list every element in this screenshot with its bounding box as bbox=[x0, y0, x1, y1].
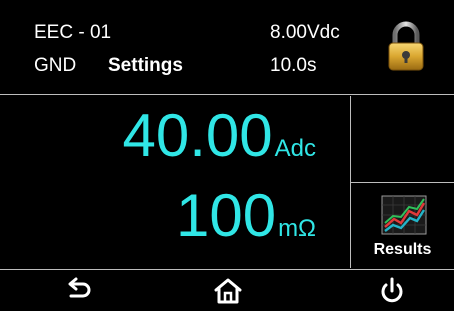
results-label: Results bbox=[373, 241, 432, 258]
current-value: 40.00 bbox=[122, 102, 273, 169]
results-button[interactable]: Results bbox=[351, 183, 454, 268]
test-name: EEC - 01 bbox=[34, 22, 112, 43]
header-divider bbox=[0, 94, 454, 95]
instrument-screen: EEC - 01 GND Settings 8.00Vdc 10.0s 40.0… bbox=[0, 0, 454, 311]
status-header: EEC - 01 GND Settings 8.00Vdc 10.0s bbox=[0, 0, 454, 92]
resistance-value: 100 bbox=[175, 182, 277, 249]
test-mode: GND bbox=[34, 55, 77, 76]
resistance-reading: 100mΩ bbox=[176, 186, 316, 246]
nav-bar bbox=[0, 270, 454, 311]
back-button[interactable] bbox=[62, 276, 96, 306]
padlock-locked-icon[interactable] bbox=[386, 20, 426, 72]
home-icon bbox=[214, 278, 242, 304]
line-chart-icon bbox=[381, 195, 427, 235]
page-title: Settings bbox=[108, 55, 183, 76]
current-reading: 40.00Adc bbox=[122, 106, 316, 166]
resistance-unit: mΩ bbox=[278, 215, 316, 242]
back-arrow-icon bbox=[68, 277, 91, 298]
power-icon bbox=[381, 277, 403, 303]
time-setting: 10.0s bbox=[270, 55, 317, 76]
current-unit: Adc bbox=[274, 135, 316, 162]
voltage-setting: 8.00Vdc bbox=[270, 22, 340, 43]
home-button[interactable] bbox=[211, 276, 245, 306]
power-button[interactable] bbox=[375, 276, 409, 306]
reading-panel: 40.00Adc 100mΩ Results bbox=[0, 96, 454, 268]
